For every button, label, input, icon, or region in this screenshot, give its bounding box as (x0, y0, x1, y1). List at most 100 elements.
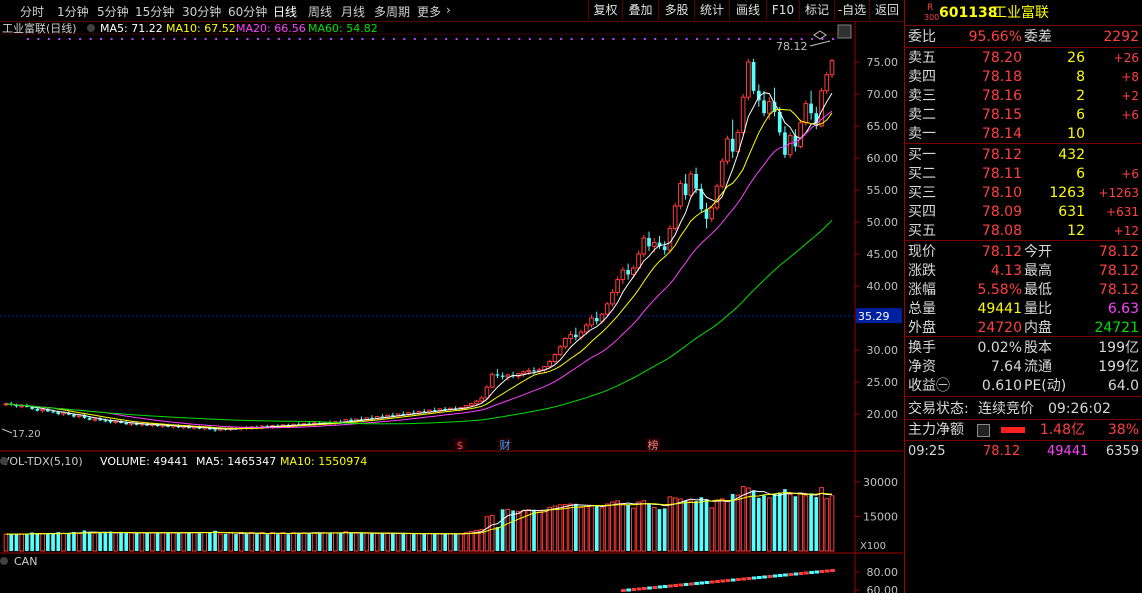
more-chevron-icon[interactable]: › (446, 3, 451, 17)
volume-bar (228, 531, 234, 552)
candle-body (213, 429, 217, 431)
toolbar-button-2[interactable]: 多股 (658, 0, 694, 20)
toolbar-button-7[interactable]: -自选 (834, 0, 869, 20)
period-tab-2[interactable]: 5分钟 (97, 3, 129, 20)
period-tab-9[interactable]: 多周期 (374, 3, 410, 20)
bid-row: 买二 78.11 6 +6 (905, 165, 1142, 183)
volume-bar (495, 526, 500, 551)
period-tab-3[interactable]: 15分钟 (135, 3, 174, 20)
stock-chart-area[interactable]: 工业富联(日线) MA5: 71.22 MA10: 67.52 MA20: 66.56… (0, 21, 903, 593)
candle-body (349, 419, 353, 422)
ask-change: +6 (1121, 108, 1139, 122)
period-tab-5[interactable]: 60分钟 (228, 3, 267, 20)
can-bar (621, 589, 626, 592)
can-bar (641, 587, 647, 590)
bid-volume: 12 (1067, 223, 1085, 239)
volume-bar (594, 505, 599, 551)
candle-body (809, 103, 813, 114)
volume-bar (814, 497, 819, 551)
toolbar-button-8[interactable]: 返回 (869, 0, 904, 20)
event-dot (277, 38, 280, 40)
bid-volume: 432 (1058, 147, 1085, 163)
event-dot (445, 38, 448, 40)
ask-row: 卖一 78.14 10 (905, 125, 1142, 143)
period-tab-6[interactable]: 日线 (273, 3, 297, 20)
event-dot (403, 38, 406, 40)
event-dot (58, 38, 61, 40)
candle-body (604, 303, 610, 315)
quote-row: 现价 78.12 今开 78.12 (905, 243, 1142, 261)
y-tick-label: 55.00 (867, 184, 899, 197)
bid-label: 买五 (908, 223, 936, 239)
volume-bar (557, 504, 563, 552)
period-tab-1[interactable]: 1分钟 (57, 3, 89, 20)
can-bar (777, 574, 783, 577)
volume-bar (181, 532, 187, 552)
candle-body (505, 374, 511, 378)
volume-bar (427, 533, 432, 552)
volume-bar (92, 532, 98, 552)
toolbar-button-6[interactable]: 标记 (799, 0, 834, 20)
candle-body (72, 414, 76, 417)
quote-label: 外盘 (908, 320, 936, 336)
can-bar (783, 573, 788, 577)
period-tab-0[interactable]: 分时 (20, 3, 44, 20)
y-tick-label: 75.00 (867, 56, 899, 69)
volume-bar (359, 533, 364, 551)
period-tab-7[interactable]: 周线 (308, 3, 332, 20)
can-bar (657, 585, 663, 589)
can-bar (636, 587, 642, 591)
stock-name: 工业富联 (993, 5, 1049, 21)
volume-bar (385, 532, 390, 552)
event-dot (528, 38, 531, 40)
volume-legend-item: MA10: 1550974 (280, 455, 367, 468)
volume-bar (662, 508, 667, 551)
volume-bar (532, 509, 536, 551)
volume-bar (819, 487, 824, 552)
bid-price: 78.10 (981, 185, 1022, 201)
volume-bar (374, 532, 380, 552)
period-tab-8[interactable]: 月线 (341, 3, 365, 20)
quote-value: 49441 (977, 301, 1022, 317)
can-bar (741, 577, 746, 581)
period-tab-10[interactable]: 更多 (417, 3, 441, 20)
quote-label: 最高 (1024, 263, 1052, 279)
toolbar-button-3[interactable]: 统计 (694, 0, 729, 20)
event-dot (591, 38, 594, 40)
toolbar-button-0[interactable]: 复权 (588, 0, 622, 20)
volume-bar (432, 533, 437, 551)
event-dot (298, 38, 301, 40)
volume-bar (489, 514, 495, 552)
event-dot (37, 38, 40, 40)
volume-bar (328, 532, 332, 551)
toolbar-button-5[interactable]: F10 (766, 0, 799, 20)
bid-price: 78.11 (981, 166, 1022, 182)
volume-bar (35, 533, 40, 551)
candle-body (672, 205, 678, 229)
event-dot (539, 38, 542, 40)
candle-body (552, 353, 558, 363)
event-dot (581, 38, 584, 40)
toolbar-button-1[interactable]: 叠加 (622, 0, 658, 20)
candle-body (631, 267, 636, 275)
ma-line-ma10 (5, 108, 833, 430)
candle-body (610, 291, 615, 305)
list-icon[interactable] (977, 424, 990, 437)
volume-bar (280, 532, 286, 552)
bid-change: +12 (1113, 224, 1139, 238)
volume-bar (176, 532, 181, 551)
volume-tick-label: 15000 (863, 511, 898, 524)
can-bar (631, 588, 637, 591)
volume-bar (364, 532, 370, 552)
volume-bar (3, 533, 9, 552)
candle-body (719, 160, 725, 187)
volume-bar (98, 533, 102, 551)
event-dot (68, 38, 71, 40)
candle-body (678, 183, 683, 207)
can-bar (814, 570, 820, 574)
volume-bar (202, 532, 207, 552)
period-tab-4[interactable]: 30分钟 (182, 3, 221, 20)
volume-bar (636, 501, 641, 552)
toolbar-button-4[interactable]: 画线 (729, 0, 766, 20)
ma-legend-item: MA20: 66.56 (236, 22, 306, 35)
